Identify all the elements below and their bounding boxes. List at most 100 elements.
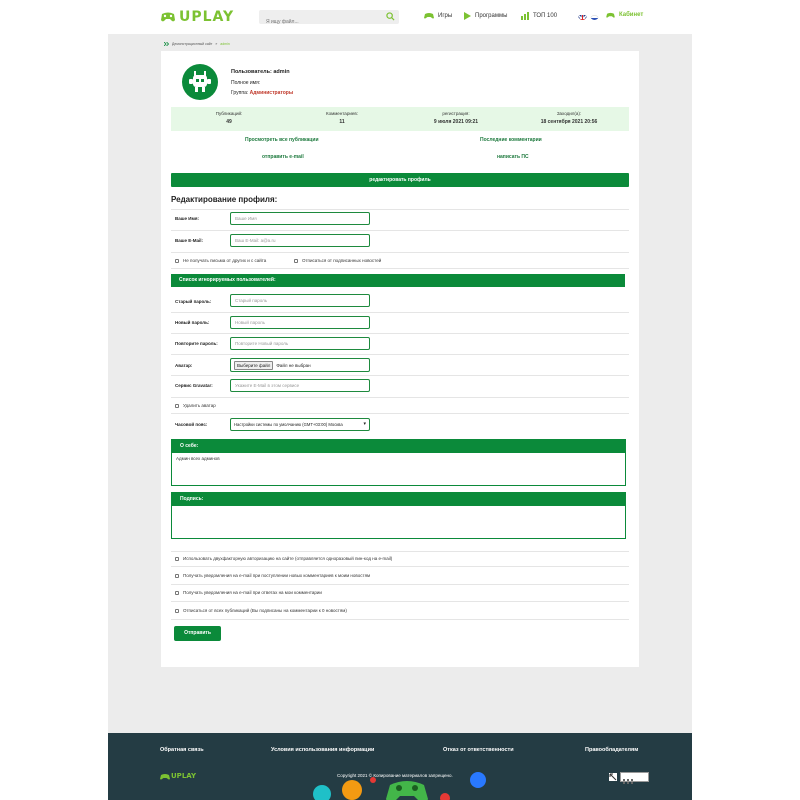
green-gamepad-mascot-icon: [386, 781, 428, 800]
submit-button[interactable]: Отправить: [174, 626, 221, 641]
divider: [171, 252, 629, 253]
divider: [171, 333, 629, 334]
site-logo[interactable]: UPLAY: [160, 9, 234, 25]
divider: [171, 584, 629, 585]
cabinet-link[interactable]: Кабинет: [606, 12, 643, 18]
robot-avatar-icon: [189, 71, 211, 92]
avatar-label: Аватар:: [175, 363, 193, 368]
breadcrumb-home[interactable]: Демонстрационный сайт: [172, 42, 212, 46]
stat-publications: Публикаций: 49: [215, 111, 243, 125]
gamepad-logo-icon: [160, 773, 170, 779]
all-publications-link[interactable]: Просмотреть все публикации: [245, 137, 319, 143]
double-chevron-icon: [164, 42, 169, 46]
stat-comments: Комментариев: 11: [326, 111, 358, 125]
divider: [171, 551, 629, 552]
footer-link-copyright-holders[interactable]: Правообладателям: [585, 747, 638, 753]
send-pm-link[interactable]: написать ПС: [497, 154, 529, 160]
site-header: UPLAY Игры Программы ТОП 100 Кабинет: [0, 0, 800, 34]
breadcrumb-current: admin: [220, 42, 230, 46]
signature-box: Подпись:: [171, 492, 626, 539]
about-box: О себе: Админ всех админов: [171, 439, 626, 486]
footer-link-disclaimer[interactable]: Отказ от ответственности: [443, 747, 514, 753]
repeat-password-field[interactable]: Повторите Новый пароль: [230, 337, 370, 350]
last-comments-link[interactable]: Последние комментарии: [480, 137, 542, 143]
user-fullname: Полное имя:: [231, 80, 261, 86]
timezone-label: Часовой пояс:: [175, 422, 208, 427]
nav-programs-label: Программы: [475, 13, 508, 19]
name-field[interactable]: Ваше Имя: [230, 212, 370, 225]
footer-logo[interactable]: UPLAY: [160, 772, 196, 780]
two-factor-checkbox[interactable]: Использовать двухфакторную авторизацию н…: [175, 556, 392, 561]
nav-programs[interactable]: Программы: [464, 12, 507, 20]
avatar-file-input: Выберите файл Файл не выбран: [230, 358, 370, 372]
divider: [171, 209, 629, 210]
profile-stats: Публикаций: 49 Комментариев: 11 регистраци…: [171, 107, 629, 131]
decor-circle: [440, 793, 450, 800]
divider: [171, 397, 629, 398]
stat-last-visit: Заходил(а): 18 сентября 2021 20:56: [540, 111, 598, 125]
gamepad-logo-icon: [161, 12, 175, 22]
divider: [171, 601, 629, 602]
logo-text: UPLAY: [179, 9, 235, 25]
flag-uk-icon[interactable]: [578, 11, 587, 20]
divider: [171, 375, 629, 376]
play-icon: [464, 12, 471, 20]
footer-link-terms[interactable]: Условия использования информации: [271, 747, 374, 753]
gravatar-field[interactable]: Укажите E-Mail в этом сервисе: [230, 379, 370, 392]
edit-profile-title: Редактирование профиля:: [171, 195, 278, 204]
resize-arrow-icon[interactable]: [609, 773, 617, 781]
gamepad-icon: [424, 13, 434, 19]
nav-top100-label: ТОП 100: [533, 13, 558, 19]
search-box: [259, 10, 399, 29]
cabinet-label: Кабинет: [619, 12, 644, 18]
new-password-field[interactable]: Новый пароль: [230, 316, 370, 329]
footer-logo-text: UPLAY: [171, 772, 197, 780]
unsubscribe-news-checkbox[interactable]: Отписаться от подписанных новостей: [294, 258, 381, 263]
timezone-select[interactable]: Настройки системы по умолчанию (GMT+03:0…: [230, 418, 370, 431]
footer-link-feedback[interactable]: Обратная связь: [160, 747, 204, 753]
ignore-list-header[interactable]: Список игнорируемых пользователей:: [171, 274, 625, 287]
no-mail-checkbox[interactable]: Не получать письма от других и с сайта: [175, 258, 266, 263]
signature-header: Подпись:: [172, 493, 625, 506]
decor-circle: [470, 772, 486, 788]
old-password-field[interactable]: Старый пароль: [230, 294, 370, 307]
repeat-password-label: Повторите пароль:: [175, 341, 218, 346]
divider: [171, 268, 629, 269]
divider: [171, 230, 629, 231]
unsubscribe-all-checkbox[interactable]: Отписаться от всех публикаций (Вы подпис…: [175, 608, 347, 613]
nav-games-label: Игры: [438, 12, 453, 19]
nav-games[interactable]: Игры: [424, 12, 452, 19]
file-status: Файл не выбран: [276, 362, 311, 368]
nav-top100[interactable]: ТОП 100: [521, 12, 557, 20]
stat-registration: регистрация: 9 июля 2021 09:21: [433, 111, 479, 125]
flag-ru-icon[interactable]: [590, 11, 599, 20]
breadcrumb-separator: »: [215, 42, 218, 46]
decor-circle: [313, 785, 331, 800]
old-password-label: Старый пароль:: [175, 299, 212, 304]
divider: [171, 354, 629, 355]
email-label: Ваше E-Mail:: [175, 238, 204, 243]
notify-replies-checkbox[interactable]: Получать уведомления на e-mail при ответ…: [175, 590, 322, 595]
gravatar-label: Сервис Gravatar:: [175, 383, 213, 388]
send-email-link[interactable]: отправить e-mail: [262, 154, 304, 160]
new-password-label: Новый пароль:: [175, 320, 210, 325]
edit-profile-button[interactable]: редактировать профиль: [171, 173, 629, 187]
about-textarea[interactable]: Админ всех админов: [172, 453, 625, 464]
divider: [171, 566, 629, 567]
user-group: Группа: Администраторы: [231, 90, 294, 96]
visit-counter[interactable]: [620, 772, 649, 784]
about-header: О себе:: [172, 440, 625, 453]
copyright-text: Copyright 2021 © Копирование материалов …: [337, 773, 453, 778]
notify-comments-checkbox[interactable]: Получать уведомления на e-mail при посту…: [175, 573, 370, 578]
user-group-value: Администраторы: [249, 90, 294, 96]
email-field[interactable]: Ваш E-Mail: a@a.ru: [230, 234, 370, 247]
gamepad-icon: [606, 12, 615, 18]
choose-file-button[interactable]: Выберите файл: [234, 360, 274, 370]
breadcrumb: Демонстрационный сайт » admin: [164, 42, 230, 46]
search-input[interactable]: [259, 15, 379, 29]
delete-avatar-checkbox[interactable]: Удалить аватар: [175, 403, 216, 408]
chevron-down-icon: ▾: [363, 421, 366, 427]
decor-circle: [342, 780, 362, 800]
search-icon[interactable]: [386, 12, 395, 21]
signature-textarea[interactable]: [172, 506, 625, 512]
